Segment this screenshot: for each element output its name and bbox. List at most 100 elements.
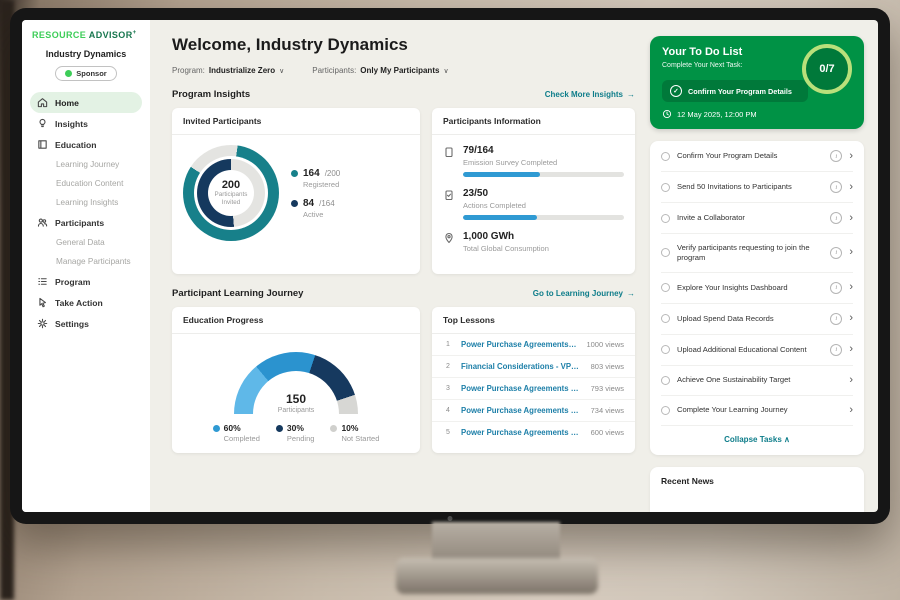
invited-participants-donut-chart: 200 Participants Invited <box>183 145 279 241</box>
arrow-right-icon: → <box>627 289 635 298</box>
progress-bar <box>463 172 624 177</box>
sidebar-item-learning-journey[interactable]: Learning Journey <box>30 155 142 174</box>
progress-bar <box>463 215 624 220</box>
task-checkbox[interactable] <box>661 345 670 354</box>
chevron-right-icon: › <box>849 213 853 224</box>
lesson-link[interactable]: Financial Considerations - VPPAs <box>461 362 583 371</box>
legend-item-active: 84/164 Active <box>291 198 340 219</box>
legend-item-pending: 30% Pending <box>276 423 315 443</box>
next-task-pill[interactable]: ✓ Confirm Your Program Details <box>662 80 808 102</box>
sidebar-item-education-content[interactable]: Education Content <box>30 174 142 193</box>
info-icon[interactable]: i <box>830 282 842 294</box>
legend-dot <box>276 425 283 432</box>
task-row[interactable]: Achieve One Sustainability Target › <box>661 366 853 396</box>
clipboard-check-icon <box>443 189 455 201</box>
donut-center-value: 200 <box>222 179 240 191</box>
chevron-right-icon: › <box>849 344 853 355</box>
lesson-row: 1 Power Purchase Agreements 101 1000 vie… <box>432 334 635 356</box>
sidebar-item-label: Education <box>55 140 97 150</box>
sidebar-nav: Home Insights Education Learning Journey… <box>30 92 142 334</box>
task-checkbox[interactable] <box>661 152 670 161</box>
sidebar-item-home[interactable]: Home <box>30 92 142 113</box>
lesson-link[interactable]: Power Purchase Agreements 103 <box>461 428 583 437</box>
sidebar-item-label: Education Content <box>56 179 123 188</box>
sidebar-item-general-data[interactable]: General Data <box>30 233 142 252</box>
stat-emission-survey: 79/164 Emission Survey Completed <box>443 145 624 177</box>
program-filter-value: Industrialize Zero <box>209 66 275 75</box>
sidebar-item-label: Program <box>55 277 90 287</box>
sidebar-item-insights[interactable]: Insights <box>30 113 142 134</box>
collapse-tasks-button[interactable]: Collapse Tasks ∧ <box>661 426 853 455</box>
filter-bar: Program: Industrialize Zero ∨ Participan… <box>172 66 635 75</box>
gear-icon <box>37 318 48 329</box>
task-checkbox[interactable] <box>661 314 670 323</box>
list-icon <box>37 276 48 287</box>
todo-progress-ring: 0/7 <box>802 44 852 94</box>
gauge-center-value: 150 <box>234 393 358 405</box>
lesson-row: 2 Financial Considerations - VPPAs 803 v… <box>432 356 635 378</box>
sidebar-item-program[interactable]: Program <box>30 271 142 292</box>
main-content: Welcome, Industry Dynamics Program: Indu… <box>150 20 648 512</box>
section-title-program-insights: Program Insights <box>172 89 250 100</box>
sidebar-item-label: Manage Participants <box>56 257 131 266</box>
info-icon[interactable]: i <box>830 181 842 193</box>
sidebar-item-settings[interactable]: Settings <box>30 313 142 334</box>
resource-advisor-logo: RESOURCE ADVISOR+ <box>30 30 142 40</box>
participants-filter-dropdown[interactable]: Participants: Only My Participants ∨ <box>312 66 448 75</box>
sidebar-item-take-action[interactable]: Take Action <box>30 292 142 313</box>
sidebar-item-label: Learning Insights <box>56 198 118 207</box>
legend-dot <box>213 425 220 432</box>
sidebar: RESOURCE ADVISOR+ Industry Dynamics Spon… <box>22 20 150 512</box>
lesson-link[interactable]: Power Purchase Agreements 101 <box>461 384 583 393</box>
task-row[interactable]: Verify participants requesting to join t… <box>661 234 853 273</box>
task-row[interactable]: Upload Spend Data Records i › <box>661 304 853 335</box>
task-row[interactable]: Confirm Your Program Details i › <box>661 141 853 172</box>
recent-news-title: Recent News <box>661 476 714 486</box>
info-icon[interactable]: i <box>830 313 842 325</box>
section-title-learning-journey: Participant Learning Journey <box>172 288 303 299</box>
sidebar-item-label: Take Action <box>55 298 103 308</box>
gauge-legend: 60% Completed 30% Pending 10% <box>183 423 409 443</box>
stat-global-consumption: 1,000 GWh Total Global Consumption <box>443 231 624 253</box>
task-checkbox[interactable] <box>661 376 670 385</box>
task-checkbox[interactable] <box>661 283 670 292</box>
lesson-row: 4 Power Purchase Agreements 102 734 view… <box>432 400 635 422</box>
task-row[interactable]: Invite a Collaborator i › <box>661 203 853 234</box>
task-checkbox[interactable] <box>661 214 670 223</box>
lesson-link[interactable]: Power Purchase Agreements 102 <box>461 406 583 415</box>
sidebar-item-learning-insights[interactable]: Learning Insights <box>30 193 142 212</box>
task-checkbox[interactable] <box>661 406 670 415</box>
clipboard-icon <box>443 146 455 158</box>
task-checkbox[interactable] <box>661 248 670 257</box>
task-row[interactable]: Explore Your Insights Dashboard i › <box>661 273 853 304</box>
org-name: Industry Dynamics <box>30 49 142 59</box>
clock-icon <box>662 109 672 119</box>
task-row[interactable]: Upload Additional Educational Content i … <box>661 335 853 366</box>
go-to-learning-journey-link[interactable]: Go to Learning Journey → <box>533 289 635 298</box>
page-title: Welcome, Industry Dynamics <box>172 35 635 55</box>
program-filter-dropdown[interactable]: Program: Industrialize Zero ∨ <box>172 66 284 75</box>
sidebar-item-label: Insights <box>55 119 88 129</box>
task-checkbox[interactable] <box>661 183 670 192</box>
info-icon[interactable]: i <box>830 247 842 259</box>
info-icon[interactable]: i <box>830 212 842 224</box>
check-circle-icon: ✓ <box>670 85 682 97</box>
info-icon[interactable]: i <box>830 150 842 162</box>
task-row[interactable]: Send 50 Invitations to Participants i › <box>661 172 853 203</box>
legend-item-completed: 60% Completed <box>213 423 260 443</box>
sidebar-item-participants[interactable]: Participants <box>30 212 142 233</box>
chevron-right-icon: › <box>849 282 853 293</box>
task-row[interactable]: Complete Your Learning Journey › <box>661 396 853 426</box>
lesson-row: 3 Power Purchase Agreements 101 793 view… <box>432 378 635 400</box>
people-icon <box>37 217 48 228</box>
info-icon[interactable]: i <box>830 344 842 356</box>
lesson-link[interactable]: Power Purchase Agreements 101 <box>461 340 578 349</box>
sidebar-item-manage-participants[interactable]: Manage Participants <box>30 252 142 271</box>
card-title: Invited Participants <box>172 108 420 135</box>
sponsor-badge[interactable]: Sponsor <box>55 66 116 81</box>
check-more-insights-link[interactable]: Check More Insights → <box>545 90 635 99</box>
legend-dot <box>291 200 298 207</box>
chevron-right-icon: › <box>849 151 853 162</box>
monitor-stand-base <box>396 558 598 594</box>
sidebar-item-education[interactable]: Education <box>30 134 142 155</box>
